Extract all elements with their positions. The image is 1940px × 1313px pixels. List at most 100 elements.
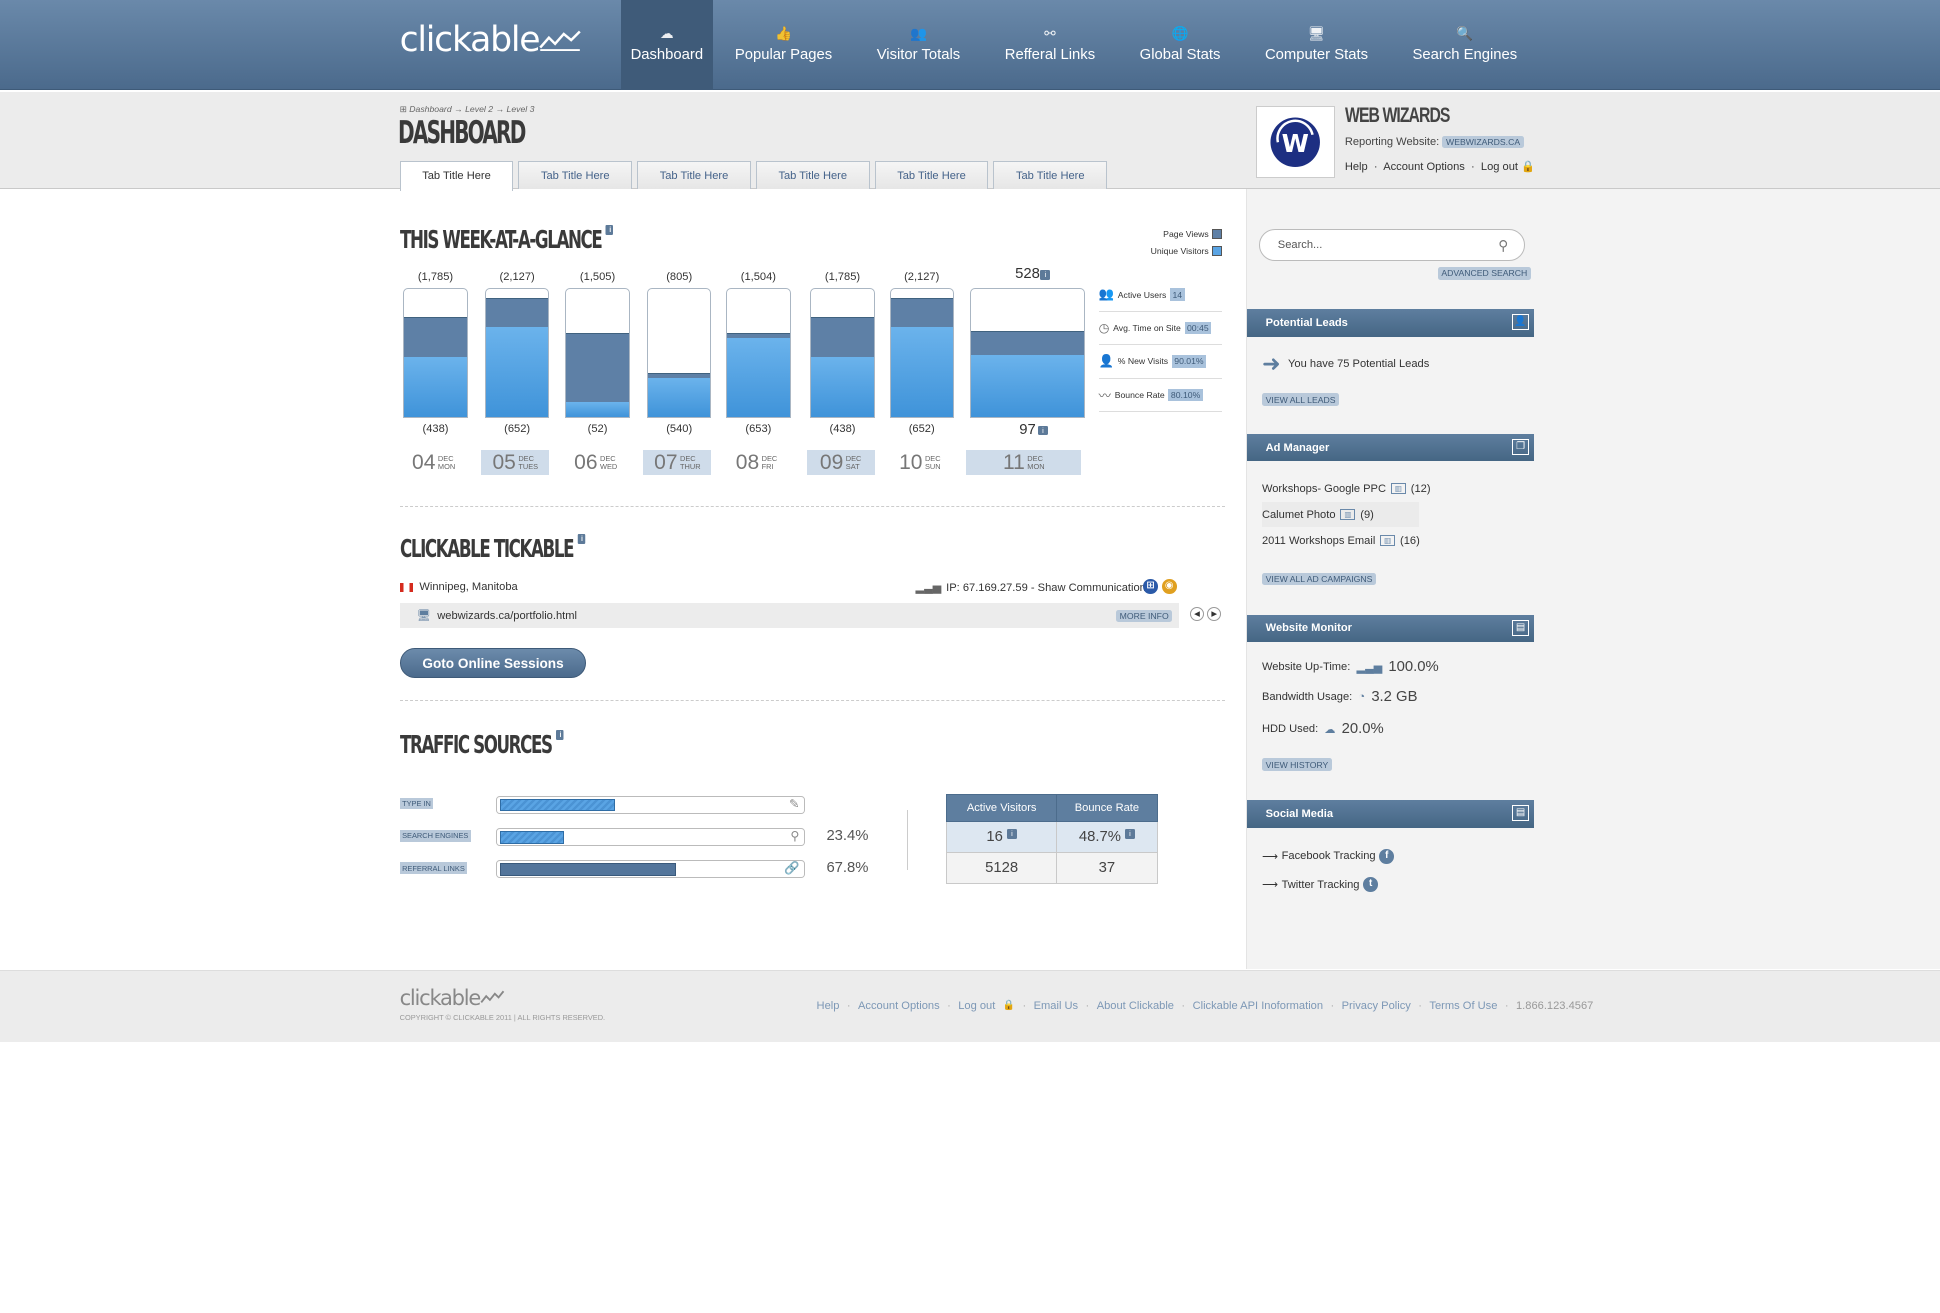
footer-link-clickable-api-inoformation[interactable]: Clickable API Inoformation (1193, 1000, 1323, 1012)
date-07[interactable]: 07 DEC THUR (643, 450, 712, 476)
web-wizards-logo-icon: W (1270, 117, 1321, 167)
nav-item-computer-stats[interactable]: 🖥 Computer Stats (1243, 0, 1391, 90)
footer-logo[interactable]: clickable (400, 985, 505, 1010)
next-icon[interactable]: ▶ (1207, 607, 1222, 622)
search-icon[interactable]: ⚲ (790, 829, 799, 843)
twitter-tracking-link[interactable]: ⟶ Twitter Tracking t (1262, 877, 1379, 893)
date-08[interactable]: 08 DEC FRI (723, 450, 791, 475)
potential-leads-title: Potential Leads (1265, 316, 1348, 329)
url-bar: 🖥 webwizards.ca/portfolio.html (399, 602, 1180, 629)
stat-value: 90.01% (1171, 355, 1207, 368)
breadcrumb-item-level-3[interactable]: Level 3 (507, 104, 535, 114)
website-monitor-header[interactable]: Website Monitor ▤ (1247, 614, 1535, 643)
breadcrumb-item-level-2[interactable]: Level 2 (465, 104, 493, 114)
footer-link-terms-of-use[interactable]: Terms Of Use (1429, 1000, 1497, 1012)
chart-icon[interactable]: ▥ (1390, 483, 1406, 495)
nav-item-global-stats[interactable]: 🌐 Global Stats (1117, 0, 1242, 90)
stat-avg-time-on-site: ◷ Avg. Time on Site 00:45 (1098, 312, 1223, 346)
reporting-site-badge[interactable]: WEBWIZARDS.CA (1442, 135, 1524, 149)
globe-icon: 🌐 (1171, 26, 1189, 42)
date-09[interactable]: 09 DEC SAT (806, 450, 875, 476)
tab-6[interactable]: Tab Title Here (993, 160, 1108, 190)
footer-separator: · (1022, 999, 1027, 1012)
date-day: 10 (899, 450, 923, 474)
ad-campaign-item[interactable]: 2011 Workshops Email ▥ (16) (1262, 528, 1420, 553)
footer-link-log-out[interactable]: Log out (958, 1000, 995, 1012)
stat-label: % New Visits (1117, 356, 1169, 367)
ad-campaign-item[interactable]: Workshops- Google PPC ▥ (12) (1262, 476, 1431, 501)
date-05[interactable]: 05 DEC TUES (481, 450, 550, 476)
signal-icon: ▂▃▅ (1356, 661, 1383, 674)
view-history-link[interactable]: VIEW HISTORY (1261, 758, 1333, 771)
advanced-search-link[interactable]: ADVANCED SEARCH (1437, 267, 1531, 280)
unique-visitors-bar (404, 356, 467, 418)
day-bar[interactable] (969, 288, 1085, 419)
day-bar[interactable] (565, 288, 630, 419)
tab-1[interactable]: Tab Title Here (399, 160, 514, 191)
nav-item-search-engines[interactable]: 🔍 Search Engines (1390, 0, 1539, 90)
tab-2[interactable]: Tab Title Here (518, 160, 633, 190)
day-bar[interactable] (810, 288, 875, 419)
facebook-tracking-link[interactable]: ⟶ Facebook Tracking f (1261, 848, 1395, 864)
stat-label: Avg. Time on Site (1113, 322, 1181, 333)
social-media-header[interactable]: Social Media ▤ (1247, 800, 1535, 828)
view-all-leads-link[interactable]: VIEW ALL LEADS (1261, 393, 1340, 406)
unique-visitors-bar (890, 326, 953, 418)
chart-icon[interactable]: ▥ (1340, 509, 1356, 521)
info-icon[interactable]: i (577, 534, 585, 545)
date-04[interactable]: 04 DEC MON (400, 450, 468, 475)
search-icon[interactable]: ⚲ (1498, 238, 1508, 254)
breadcrumb-item-dashboard[interactable]: Dashboard (409, 104, 451, 114)
link-icon[interactable]: 🔗 (784, 861, 799, 876)
view-all-ad-campaigns-link[interactable]: VIEW ALL AD CAMPAIGNS (1261, 572, 1377, 586)
nav-item-refferal-links[interactable]: ⚯ Refferal Links (982, 0, 1117, 90)
footer-link-email-us[interactable]: Email Us (1034, 1000, 1079, 1012)
date-11[interactable]: 11 DEC MON (966, 450, 1082, 476)
facebook-icon: f (1379, 848, 1395, 864)
twitter-tracking-label: Twitter Tracking (1281, 878, 1360, 891)
account-options-link[interactable]: Account Options (1383, 161, 1465, 173)
info-icon[interactable]: i (1125, 829, 1135, 840)
date-month-weekday: DEC WED (600, 455, 617, 470)
ad-manager-header[interactable]: Ad Manager ❐ (1247, 434, 1535, 462)
clickable-tickable-title: CLICKABLE TICKABLE i (400, 534, 585, 563)
day-bar[interactable] (403, 288, 468, 419)
info-icon[interactable]: i (1007, 829, 1017, 840)
info-icon[interactable]: i (1040, 269, 1051, 280)
tab-3[interactable]: Tab Title Here (637, 160, 751, 190)
more-info-button[interactable]: MORE INFO (1115, 609, 1173, 623)
nav-item-dashboard[interactable]: ☁ Dashboard (621, 0, 713, 91)
date-10[interactable]: 10 DEC SUN (886, 450, 954, 475)
chart-icon[interactable]: ▥ (1380, 535, 1396, 547)
url-text[interactable]: webwizards.ca/portfolio.html (437, 610, 577, 622)
potential-leads-header[interactable]: Potential Leads 👤 (1247, 309, 1535, 337)
day-bar[interactable] (889, 288, 954, 419)
help-link[interactable]: Help (1345, 161, 1368, 173)
search-input[interactable]: Search... (1259, 228, 1526, 262)
info-icon[interactable]: i (1038, 425, 1048, 436)
nav-item-visitor-totals[interactable]: 👥 Visitor Totals (854, 0, 982, 90)
date-month-weekday: DEC MON (438, 455, 455, 470)
footer-link-account-options[interactable]: Account Options (858, 1000, 940, 1012)
clickable-logo[interactable]: clickable (400, 20, 582, 60)
previous-icon[interactable]: ◀ (1190, 607, 1204, 622)
goto-online-sessions-button[interactable]: Goto Online Sessions (399, 648, 587, 678)
edit-icon[interactable]: ✎ (789, 797, 799, 811)
tab-4[interactable]: Tab Title Here (755, 160, 870, 190)
day-bar[interactable] (484, 288, 550, 419)
ad-campaign-item[interactable]: Calumet Photo ▥ (9) (1261, 502, 1420, 528)
date-06[interactable]: 06 DEC WED (562, 450, 630, 475)
tab-5[interactable]: Tab Title Here (874, 160, 989, 190)
arrow-right-icon: ⟶ (1261, 850, 1278, 863)
info-icon[interactable]: i (605, 225, 613, 236)
day-bar[interactable] (726, 288, 791, 419)
nav-item-popular-pages[interactable]: 👍 Popular Pages (713, 0, 855, 90)
info-icon[interactable]: i (555, 729, 564, 740)
traffic-source-label: REFERRAL LINKS (399, 862, 468, 874)
day-bar[interactable] (647, 288, 712, 419)
footer-link-help[interactable]: Help (817, 1000, 840, 1012)
footer-link-about-clickable[interactable]: About Clickable (1097, 1000, 1174, 1012)
logout-link[interactable]: Log out (1481, 161, 1518, 173)
arrow-right-icon: ➜ (1261, 350, 1281, 376)
footer-link-privacy-policy[interactable]: Privacy Policy (1342, 1000, 1411, 1012)
